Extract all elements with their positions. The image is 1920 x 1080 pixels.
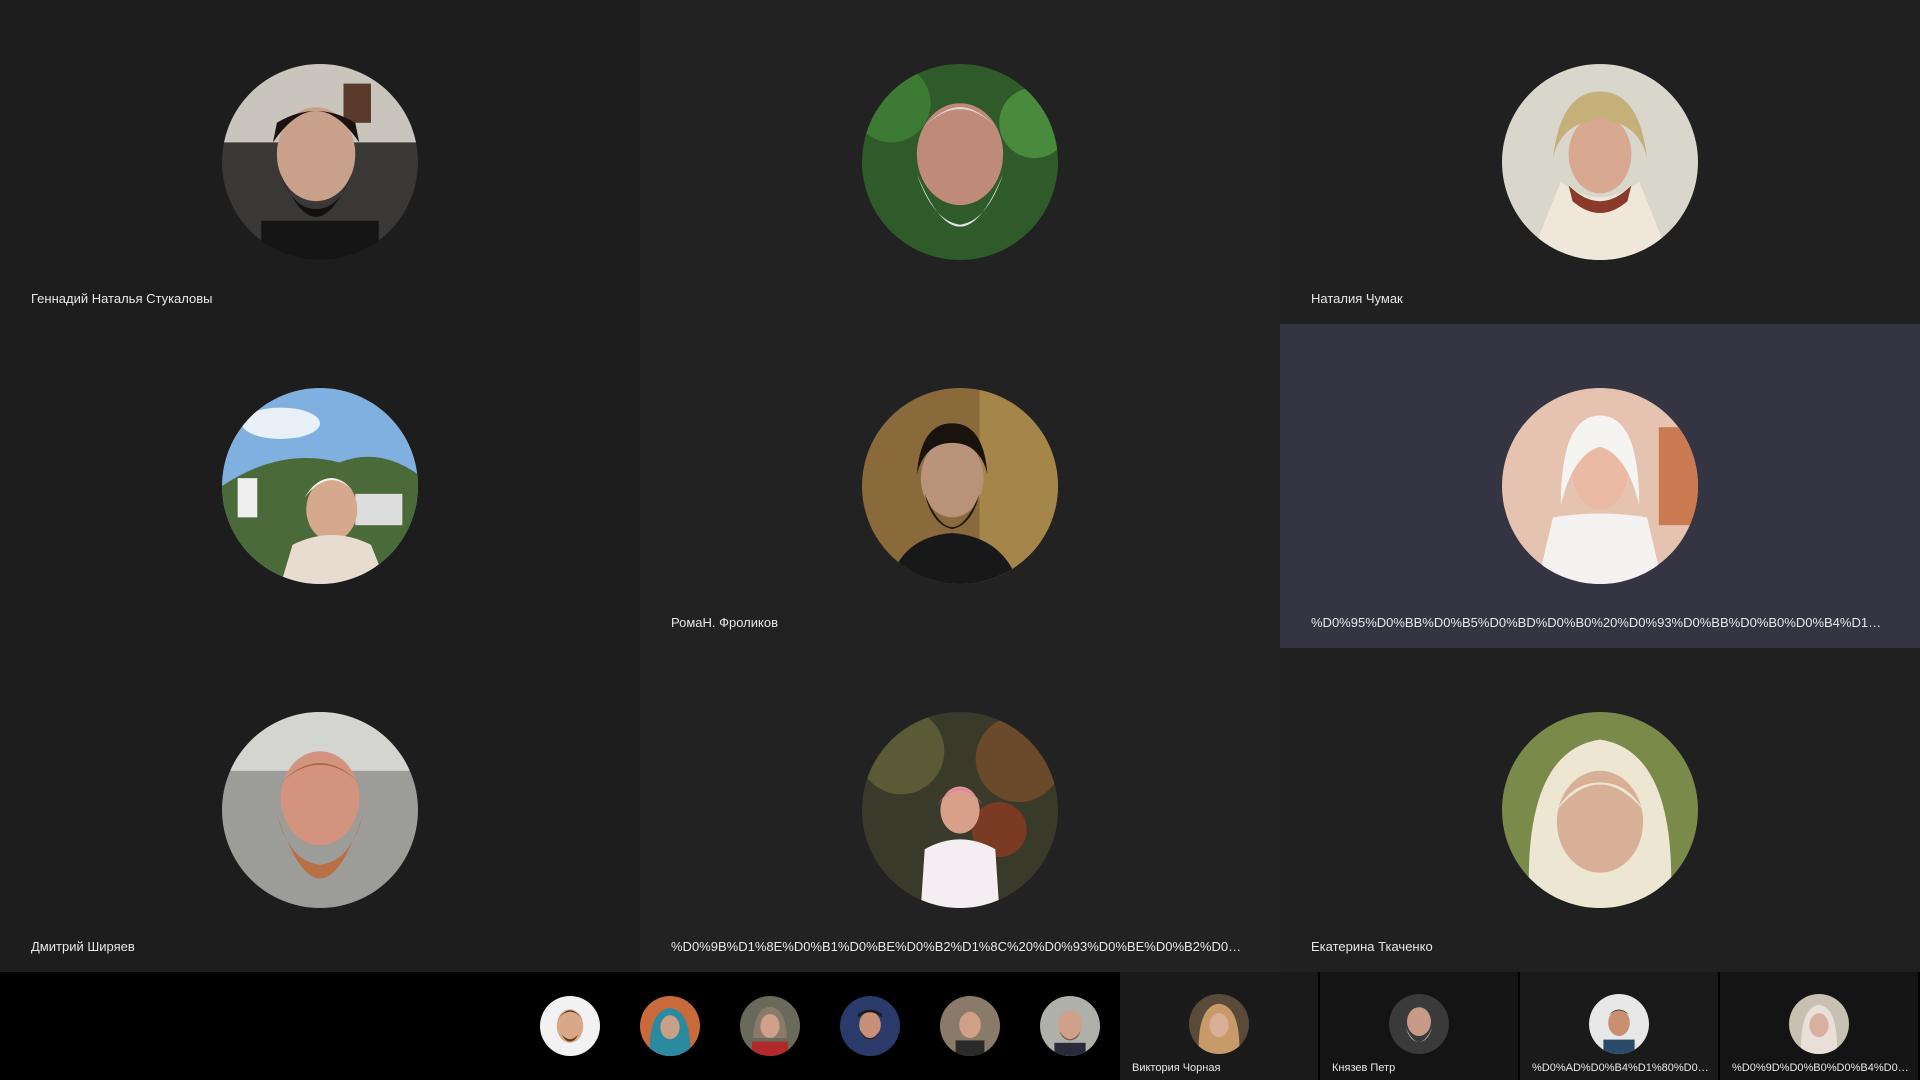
video-call-window: Геннадий Наталья Стукаловы Наталия Чумак <box>0 0 1920 1080</box>
participant-tile[interactable]: Наталия Чумак <box>1280 0 1920 324</box>
filmstrip-avatar <box>1189 994 1249 1054</box>
filmstrip-tile[interactable]: %D0%9D%D0%B0%D0%B4%D0%B5%D0%B6... <box>1720 972 1918 1080</box>
filmstrip-name: Князев Петр <box>1332 1062 1396 1074</box>
filmstrip-name: Виктория Чорная <box>1132 1062 1221 1074</box>
participant-avatar <box>862 388 1058 584</box>
filmstrip-avatar <box>1789 994 1849 1054</box>
participant-name: Наталия Чумак <box>1311 291 1403 306</box>
filmstrip-name: %D0%9D%D0%B0%D0%B4%D0%B5%D0%B6... <box>1732 1062 1910 1074</box>
filmstrip-avatar[interactable] <box>840 996 900 1056</box>
participant-name: Геннадий Наталья Стукаловы <box>31 291 213 306</box>
filmstrip-tile[interactable]: Виктория Чорная <box>1120 972 1318 1080</box>
participant-avatar <box>1502 388 1698 584</box>
participant-avatar <box>222 388 418 584</box>
participant-avatar <box>222 64 418 260</box>
participant-avatar <box>1502 712 1698 908</box>
filmstrip-avatar[interactable] <box>1040 996 1100 1056</box>
participant-tile[interactable]: Геннадий Наталья Стукаловы <box>0 0 640 324</box>
participant-tile[interactable]: %D0%9B%D1%8E%D0%B1%D0%BE%D0%B2%D1%8C%20%… <box>640 648 1280 972</box>
participant-grid: Геннадий Наталья Стукаловы Наталия Чумак <box>0 0 1920 972</box>
participant-tile[interactable] <box>0 324 640 648</box>
participant-tile[interactable]: Екатерина Ткаченко <box>1280 648 1920 972</box>
participant-avatar <box>862 712 1058 908</box>
participant-avatar <box>862 64 1058 260</box>
filmstrip-tile[interactable]: Князев Петр <box>1320 972 1518 1080</box>
filmstrip-avatar[interactable] <box>740 996 800 1056</box>
filmstrip-avatar <box>1589 994 1649 1054</box>
participant-avatar <box>222 712 418 908</box>
participant-tile[interactable]: РомаН. Фроликов <box>640 324 1280 648</box>
filmstrip-tile[interactable]: %D0%AD%D0%B4%D1%80%D0%B0%D0%B4%D1%8... <box>1520 972 1718 1080</box>
participant-avatar <box>1502 64 1698 260</box>
participant-tile[interactable]: Дмитрий Ширяев <box>0 648 640 972</box>
participant-name: %D0%9B%D1%8E%D0%B1%D0%BE%D0%B2%D1%8C%20%… <box>671 939 1251 954</box>
participant-tile-active-speaker[interactable]: %D0%95%D0%BB%D0%B5%D0%BD%D0%B0%20%D0%93%… <box>1280 324 1920 648</box>
participant-tile[interactable] <box>640 0 1280 324</box>
participant-name: Дмитрий Ширяев <box>31 939 135 954</box>
participant-name: Екатерина Ткаченко <box>1311 939 1433 954</box>
filmstrip-avatar[interactable] <box>540 996 600 1056</box>
participant-name: %D0%95%D0%BB%D0%B5%D0%BD%D0%B0%20%D0%93%… <box>1311 615 1891 630</box>
participant-name: РомаН. Фроликов <box>671 615 778 630</box>
filmstrip-avatar[interactable] <box>940 996 1000 1056</box>
filmstrip-avatar[interactable] <box>640 996 700 1056</box>
filmstrip-avatar <box>1389 994 1449 1054</box>
filmstrip-name: %D0%AD%D0%B4%D1%80%D0%B0%D0%B4%D1%8... <box>1532 1062 1710 1074</box>
participant-filmstrip: Виктория Чорная Князев Петр %D0%AD%D0%B4… <box>0 972 1920 1080</box>
